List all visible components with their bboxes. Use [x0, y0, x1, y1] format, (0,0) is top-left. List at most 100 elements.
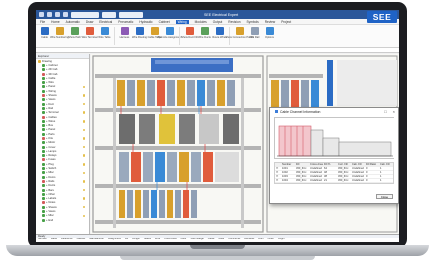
close-button[interactable]: Close: [376, 194, 393, 199]
ribbon-button[interactable]: Options: [264, 27, 275, 39]
property-column-header[interactable]: Remarks: [244, 238, 254, 241]
tree-item-label: + Wire: [46, 81, 54, 85]
table-cell: 450_6Cc: [296, 171, 307, 174]
redo-icon[interactable]: [63, 12, 68, 17]
ribbon-button[interactable]: DIN Rail: [249, 27, 260, 39]
sheet-icon: [42, 214, 45, 218]
close-icon[interactable]: ×: [393, 109, 395, 114]
column-header[interactable]: Curr. Fill: [337, 163, 351, 166]
quick-access-field[interactable]: [71, 11, 99, 18]
property-column-header[interactable]: Label: [51, 238, 57, 241]
property-column-header[interactable]: Wire Gauge: [190, 238, 203, 241]
tree-item-label: + Misc: [46, 171, 54, 175]
property-column-header[interactable]: Order: [267, 238, 273, 241]
dialog-title: Cable Channel Information: [280, 109, 321, 114]
ribbon-button[interactable]: Show Path: [68, 27, 81, 39]
ribbon-button[interactable]: Wire Ducts: [198, 27, 211, 39]
column-header[interactable]: Cross Area: [309, 163, 323, 166]
ribbon-button[interactable]: Wire Routing: [132, 27, 147, 39]
quick-access-dropdown[interactable]: [102, 11, 116, 18]
property-column-header[interactable]: Cabinet: [77, 238, 86, 241]
explorer-tree: Drawing + Cabinet + 2D Cab + 3D Cab + Cable +…: [36, 59, 89, 222]
table-cell: 450_6Cc: [338, 171, 349, 174]
zoom-field[interactable]: [119, 11, 143, 18]
property-column-header[interactable]: Wire: [155, 238, 160, 241]
status-flag-icon: [82, 85, 85, 89]
ribbon-button[interactable]: Cable: [39, 27, 50, 39]
menu-tab[interactable]: Modules: [195, 20, 207, 24]
sheet-icon: [42, 94, 45, 98]
sheet-icon: [42, 201, 45, 205]
menu-tab[interactable]: Electrical: [99, 20, 112, 24]
sheet-icon: [42, 119, 45, 123]
table-cell: 1: [380, 175, 382, 178]
property-column-header[interactable]: Reference: [61, 238, 73, 241]
sheet-icon: [42, 205, 45, 209]
menu-tab[interactable]: Project: [281, 20, 291, 24]
ribbon-button[interactable]: Wire Table: [98, 27, 111, 39]
property-column-header[interactable]: Fill: [125, 238, 128, 241]
table-cell: Undefined: [352, 175, 364, 178]
maximize-icon[interactable]: □: [384, 109, 386, 114]
menu-tab[interactable]: Cabinet: [159, 20, 170, 24]
ribbon-button[interactable]: Route Wires: [212, 27, 227, 39]
ribbon-button[interactable]: Wire Numbering: [50, 27, 69, 39]
column-header[interactable]: Fill Ratio: [365, 163, 379, 166]
menu-tab[interactable]: Draw: [86, 20, 93, 24]
sheet-icon: [42, 106, 45, 110]
column-header[interactable]: Fill: [295, 163, 309, 166]
app-menu-icon[interactable]: [39, 12, 44, 17]
save-icon[interactable]: [47, 12, 52, 17]
menu-tab[interactable]: Automatic: [66, 20, 80, 24]
undo-icon[interactable]: [55, 12, 60, 17]
property-column-header[interactable]: Length: [132, 238, 140, 241]
ribbon-button[interactable]: Show Duct Fill: [181, 27, 198, 39]
tree-item-label: + Labels: [46, 197, 57, 201]
table-cell: Undefined: [352, 179, 364, 182]
column-header[interactable]: Fill %: [323, 163, 337, 166]
property-column-header[interactable]: Cable: [208, 238, 215, 241]
sheet-icon: [42, 124, 45, 128]
ribbon-button[interactable]: Show Connection Points: [225, 27, 254, 39]
property-column-header[interactable]: Number: [38, 238, 47, 241]
app-screen: SEE Electrical Expert SEE File Home Automa…: [36, 10, 399, 242]
property-column-header[interactable]: Manufacturer: [89, 238, 104, 241]
menu-tab[interactable]: Output: [213, 20, 223, 24]
window-title: SEE Electrical Expert: [204, 12, 239, 17]
ribbon-button[interactable]: Harness: [119, 27, 130, 39]
menu-tab[interactable]: Revision: [228, 20, 240, 24]
menu-tab[interactable]: Hydraulic: [139, 20, 152, 24]
property-column-header[interactable]: Cross Area: [164, 238, 176, 241]
table-cell: Undefined: [310, 167, 322, 170]
menu-tab[interactable]: File: [40, 20, 45, 24]
menu-tab[interactable]: Symbols: [247, 20, 259, 24]
table-cell: 1004: [282, 179, 288, 182]
property-column-header[interactable]: Origin: [278, 238, 285, 241]
property-column-header[interactable]: Comments: [228, 238, 240, 241]
property-column-header[interactable]: Status: [144, 238, 151, 241]
property-column-header[interactable]: Assignment: [108, 238, 121, 241]
menu-tab[interactable]: Home: [51, 20, 60, 24]
tree-item-label: + Panel: [46, 128, 56, 132]
table-row[interactable]: ☐ 1004 450_6Cc Undefined 21 450_6Cc Undefined 0…: [275, 179, 393, 183]
ribbon-button-label: Wire Numbering: [50, 36, 69, 39]
tree-item[interactable]: + End: [36, 218, 89, 222]
property-column-header[interactable]: Used: [218, 238, 224, 241]
property-column-header[interactable]: Color: [180, 238, 186, 241]
ribbon-button[interactable]: Optimize Assignment: [157, 27, 182, 39]
ribbon-button-label: Cable: [41, 36, 48, 39]
sheet-icon: [42, 85, 45, 89]
sheet-icon: [42, 89, 45, 93]
menu-tab[interactable]: Review: [265, 20, 275, 24]
ribbon-button-label: Wire Table: [98, 36, 111, 39]
column-header[interactable]: Cab. Fill: [379, 163, 393, 166]
ribbon-button[interactable]: Wire Terminal: [82, 27, 97, 39]
drawing-canvas[interactable]: Cable Channel Information □ × Number Fil…: [91, 54, 399, 234]
column-header[interactable]: Number: [281, 163, 295, 166]
tree-item-label: + Cabinet: [46, 63, 58, 67]
property-column-header[interactable]: Duct: [258, 238, 263, 241]
column-header[interactable]: Cab. Fill: [351, 163, 365, 166]
table-cell: Undefined: [310, 175, 322, 178]
menu-tab[interactable]: Pneumatic: [118, 20, 133, 24]
menu-tab[interactable]: Wiring: [175, 19, 189, 24]
